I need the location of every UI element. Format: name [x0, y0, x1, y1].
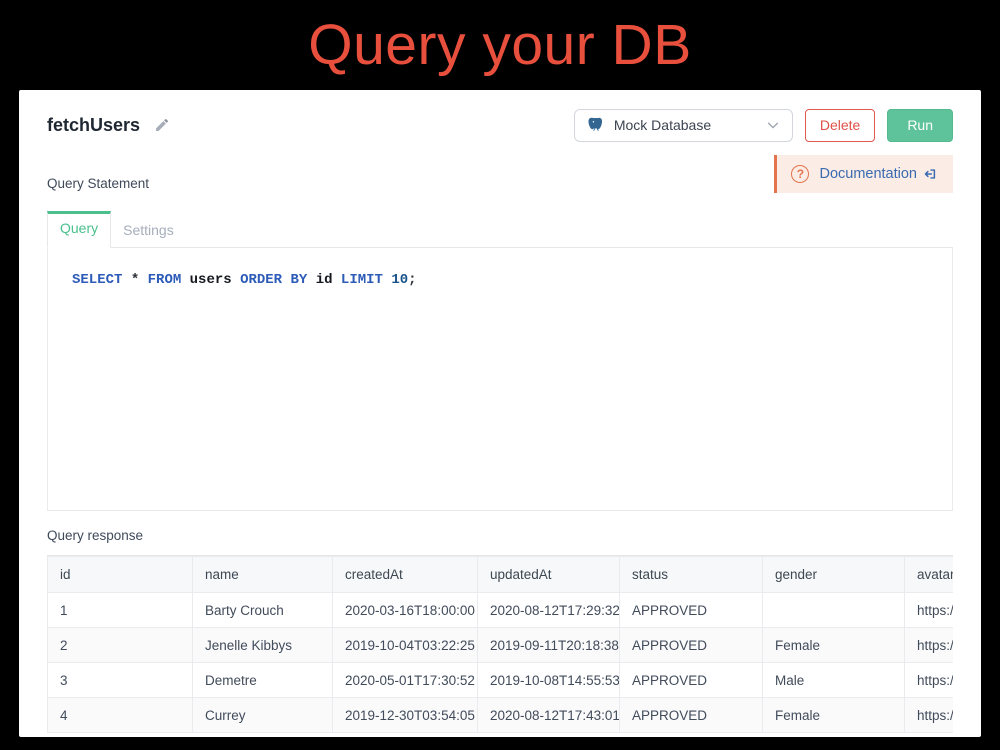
delete-button[interactable]: Delete [805, 109, 875, 142]
table-row: 3Demetre2020-05-01T17:30:522019-10-08T14… [48, 663, 954, 698]
cell-gender: Female [763, 628, 905, 663]
table-body: 1Barty Crouch2020-03-16T18:00:002020-08-… [48, 593, 954, 733]
sql-token: * [131, 272, 139, 288]
sql-token: ; [408, 272, 416, 288]
column-header-updatedAt[interactable]: updatedAt [478, 557, 620, 593]
cell-name: Demetre [193, 663, 333, 698]
column-header-avatar[interactable]: avatar [905, 557, 954, 593]
cell-name: Currey [193, 698, 333, 733]
column-header-createdAt[interactable]: createdAt [333, 557, 478, 593]
page-title: Query your DB [0, 6, 1000, 90]
cell-id: 4 [48, 698, 193, 733]
cell-status: APPROVED [620, 593, 763, 628]
column-header-id[interactable]: id [48, 557, 193, 593]
query-editor-panel: fetchUsers Mock Database Delete Run Quer… [19, 90, 981, 737]
cell-createdAt: 2020-03-16T18:00:00 [333, 593, 478, 628]
cell-gender: Male [763, 663, 905, 698]
response-table: idnamecreatedAtupdatedAtstatusgenderavat… [47, 556, 953, 733]
column-header-gender[interactable]: gender [763, 557, 905, 593]
cell-status: APPROVED [620, 663, 763, 698]
cell-id: 2 [48, 628, 193, 663]
table-header-row: idnamecreatedAtupdatedAtstatusgenderavat… [48, 557, 954, 593]
question-circle-icon: ? [791, 165, 809, 183]
cell-avatar: https:// [905, 698, 954, 733]
query-statement-label: Query Statement [47, 176, 149, 193]
cell-updatedAt: 2020-08-12T17:29:32 [478, 593, 620, 628]
sql-token [232, 272, 240, 288]
sql-token: SELECT [72, 272, 122, 288]
edit-pencil-icon[interactable] [154, 117, 170, 133]
editor-controls: Mock Database Delete Run [574, 109, 953, 142]
sql-token [181, 272, 189, 288]
cell-createdAt: 2019-12-30T03:54:05 [333, 698, 478, 733]
documentation-banner[interactable]: ? Documentation [774, 155, 953, 193]
sql-token: 10 [391, 272, 408, 288]
table-row: 2Jenelle Kibbys2019-10-04T03:22:252019-0… [48, 628, 954, 663]
documentation-link[interactable]: Documentation [819, 166, 937, 182]
cell-name: Barty Crouch [193, 593, 333, 628]
cell-updatedAt: 2020-08-12T17:43:01 [478, 698, 620, 733]
cell-id: 1 [48, 593, 193, 628]
run-button[interactable]: Run [887, 109, 953, 142]
editor-header: fetchUsers Mock Database Delete Run [47, 107, 953, 143]
cell-avatar: https:// [905, 663, 954, 698]
sql-token: id [316, 272, 333, 288]
cell-avatar: https:// [905, 628, 954, 663]
editor-tabs: Query Settings [47, 211, 953, 248]
column-header-status[interactable]: status [620, 557, 763, 593]
tab-settings[interactable]: Settings [111, 211, 186, 247]
sql-token [307, 272, 315, 288]
cell-name: Jenelle Kibbys [193, 628, 333, 663]
sql-token: FROM [148, 272, 182, 288]
cell-createdAt: 2019-10-04T03:22:25 [333, 628, 478, 663]
query-name-wrap: fetchUsers [47, 115, 170, 136]
cell-gender [763, 593, 905, 628]
table-row: 1Barty Crouch2020-03-16T18:00:002020-08-… [48, 593, 954, 628]
tab-query[interactable]: Query [47, 211, 111, 248]
resource-select[interactable]: Mock Database [574, 109, 793, 142]
sql-token [122, 272, 130, 288]
cell-avatar: https:// [905, 593, 954, 628]
cell-updatedAt: 2019-10-08T14:55:53 [478, 663, 620, 698]
resource-selected-value: Mock Database [614, 117, 757, 133]
table-row: 4Currey2019-12-30T03:54:052020-08-12T17:… [48, 698, 954, 733]
query-name: fetchUsers [47, 115, 140, 136]
cell-id: 3 [48, 663, 193, 698]
column-header-name[interactable]: name [193, 557, 333, 593]
sql-token: users [190, 272, 232, 288]
external-link-icon [923, 167, 937, 181]
chevron-down-icon [766, 118, 780, 132]
cell-updatedAt: 2019-09-11T20:18:38 [478, 628, 620, 663]
statement-doc-row: Query Statement ? Documentation [47, 155, 953, 193]
sql-token [333, 272, 341, 288]
response-table-wrap: idnamecreatedAtupdatedAtstatusgenderavat… [47, 555, 953, 733]
sql-code-line: SELECT * FROM users ORDER BY id LIMIT 10… [72, 272, 928, 288]
sql-editor[interactable]: SELECT * FROM users ORDER BY id LIMIT 10… [47, 248, 953, 511]
sql-token: ORDER BY [240, 272, 307, 288]
cell-createdAt: 2020-05-01T17:30:52 [333, 663, 478, 698]
postgresql-icon [587, 116, 605, 134]
cell-status: APPROVED [620, 628, 763, 663]
cell-status: APPROVED [620, 698, 763, 733]
documentation-label: Documentation [819, 166, 917, 182]
cell-gender: Female [763, 698, 905, 733]
sql-token: LIMIT [341, 272, 383, 288]
query-response-label: Query response [47, 528, 953, 545]
sql-token [139, 272, 147, 288]
